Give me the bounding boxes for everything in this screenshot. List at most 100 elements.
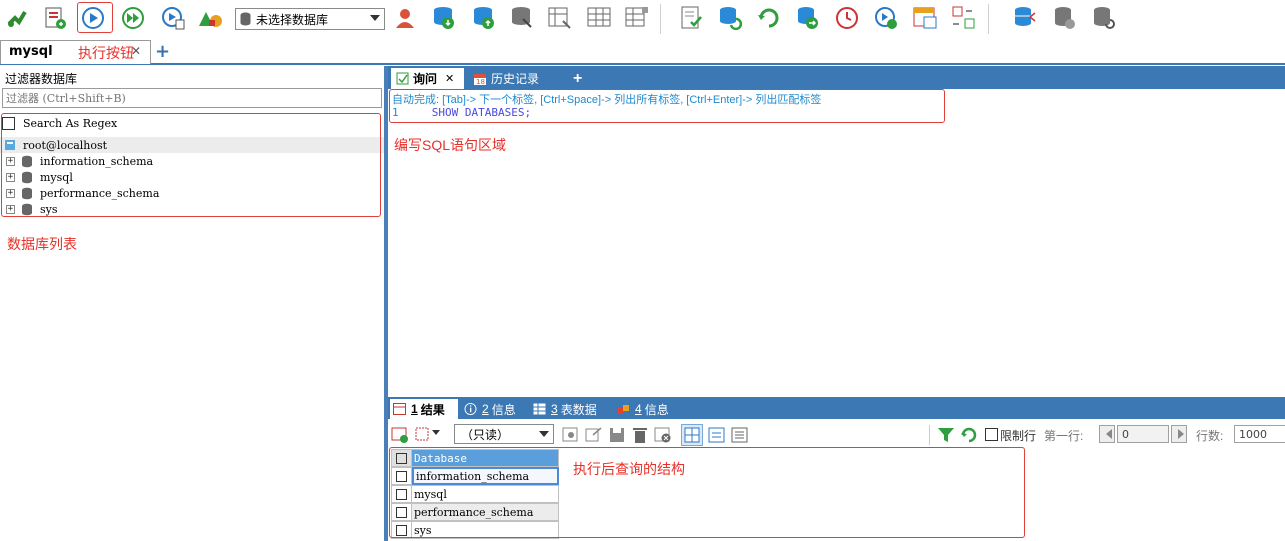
tree-item-label: information_schema [40, 154, 154, 168]
svg-text:18: 18 [476, 78, 485, 86]
restore-database-icon[interactable] [471, 5, 497, 31]
import-data-icon[interactable] [795, 5, 821, 31]
tree-root-connection[interactable]: root@localhost [0, 137, 384, 153]
tab-messages[interactable]: 2 信息 [464, 399, 516, 419]
row-checkbox[interactable] [391, 467, 412, 485]
row-checkbox[interactable] [391, 485, 412, 503]
add-connection-tab-button[interactable]: + [155, 41, 170, 62]
editor-tab-bar: 询问 ✕ 18 历史记录 + [388, 66, 1285, 89]
limit-rows-checkbox[interactable] [985, 428, 998, 441]
new-query-icon[interactable] [42, 5, 68, 31]
grid-settings-icon[interactable] [562, 426, 580, 444]
table-grid-icon[interactable] [586, 5, 612, 31]
database-select[interactable]: 未选择数据库 [235, 8, 385, 30]
row-checkbox[interactable] [391, 503, 412, 521]
first-row-input[interactable]: 0 [1117, 425, 1169, 443]
scheduler-clock-icon[interactable] [834, 5, 860, 31]
tab-query[interactable]: 询问 ✕ [391, 68, 464, 89]
filter-icon[interactable] [937, 426, 955, 444]
sql-code-line[interactable]: 1 SHOW DATABASES; [392, 106, 531, 119]
close-icon[interactable]: ✕ [445, 72, 454, 85]
user-manager-icon[interactable] [392, 5, 418, 31]
readonly-select[interactable]: （只读） [454, 424, 554, 444]
execute-edit-icon[interactable] [160, 5, 186, 31]
form-view-icon[interactable] [708, 426, 726, 444]
tree-item-label: performance_schema [40, 186, 160, 200]
tree-item-database[interactable]: + performance_schema [0, 185, 384, 201]
refresh-icon[interactable] [960, 426, 978, 444]
db-restore-stack-icon[interactable] [1091, 5, 1117, 31]
table-icon [533, 403, 546, 415]
limit-rows-label: 限制行 [1000, 429, 1037, 443]
grid-view-button[interactable] [681, 424, 703, 446]
result-tab-bar: 1 结果 2 信息 3 表数据 4 信息 [388, 397, 1285, 419]
table-cell[interactable]: sys [412, 521, 559, 539]
chevron-left-icon [1106, 429, 1112, 439]
tree-item-label: mysql [40, 170, 73, 184]
execute-all-icon[interactable] [120, 5, 146, 31]
add-row-icon[interactable] [391, 426, 409, 444]
tab-results[interactable]: 1 结果 [390, 399, 458, 419]
new-connection-icon[interactable] [4, 5, 30, 31]
toolbar-divider [929, 425, 930, 445]
expand-icon[interactable]: + [6, 156, 15, 166]
row-checkbox[interactable] [391, 521, 412, 539]
query-tab-icon [396, 72, 409, 85]
add-query-tab-button[interactable]: + [568, 68, 582, 89]
tab-history[interactable]: 18 历史记录 [468, 68, 558, 89]
table-row[interactable]: sys [391, 521, 561, 539]
database-sync-icon[interactable] [717, 5, 743, 31]
expand-icon[interactable]: + [6, 172, 15, 182]
text-view-icon[interactable] [731, 426, 749, 444]
tree-item-database[interactable]: + sys [0, 201, 384, 217]
tab-query-label: 询问 [413, 72, 438, 86]
table-row[interactable]: information_schema [391, 467, 561, 485]
save-icon[interactable] [608, 426, 626, 444]
tab-table-data[interactable]: 3 表数据 [533, 399, 597, 419]
database-icon [22, 155, 32, 167]
schema-sync-icon[interactable] [547, 5, 573, 31]
query-builder-icon[interactable] [679, 5, 705, 31]
db-check-icon[interactable] [1052, 5, 1078, 31]
refresh-icon[interactable] [756, 5, 782, 31]
export-icon[interactable] [585, 426, 603, 444]
backup-database-icon[interactable] [431, 5, 457, 31]
db-backup-stack-icon[interactable] [1012, 5, 1038, 31]
result-grid: Database information_schema mysql perfor… [391, 449, 561, 539]
filter-input[interactable] [2, 88, 382, 108]
table-cell[interactable]: mysql [412, 485, 559, 503]
table-cell[interactable]: performance_schema [412, 503, 559, 521]
table-cell[interactable]: information_schema [412, 467, 559, 485]
delete-icon[interactable] [631, 426, 649, 444]
row-count-input[interactable]: 1000 [1234, 425, 1285, 443]
window-layout-icon[interactable] [912, 5, 938, 31]
info-squares-icon [618, 405, 629, 414]
database-tools-icon[interactable] [509, 5, 535, 31]
expand-icon[interactable]: + [6, 188, 15, 198]
next-rows-button[interactable] [1171, 425, 1187, 443]
select-all-checkbox[interactable] [391, 449, 412, 467]
expand-icon[interactable]: + [6, 204, 15, 214]
table-row[interactable]: mysql [391, 485, 561, 503]
tree-item-database[interactable]: + mysql [0, 169, 384, 185]
tab-info[interactable]: 4 信息 [617, 399, 669, 419]
tab-history-label: 历史记录 [491, 72, 540, 86]
copy-row-icon[interactable] [415, 426, 433, 444]
run-job-icon[interactable] [873, 5, 899, 31]
explain-icon[interactable] [197, 5, 223, 31]
table-data-icon[interactable] [624, 5, 650, 31]
autocomplete-hint: 自动完成: [Tab]-> 下一个标签, [Ctrl+Space]-> 列出所有… [392, 94, 822, 106]
compare-icon[interactable] [951, 5, 977, 31]
tree-root-label: root@localhost [23, 138, 108, 152]
search-regex-option[interactable]: Search As Regex [2, 116, 117, 130]
execute-button[interactable] [80, 5, 106, 31]
previous-rows-button[interactable] [1099, 425, 1115, 443]
chevron-right-icon [1178, 429, 1184, 439]
tree-item-database[interactable]: + information_schema [0, 153, 384, 169]
sql-editor[interactable]: 自动完成: [Tab]-> 下一个标签, [Ctrl+Space]-> 列出所有… [388, 89, 1285, 395]
chevron-down-icon[interactable] [432, 430, 440, 435]
table-row[interactable]: performance_schema [391, 503, 561, 521]
cancel-changes-icon[interactable] [654, 426, 672, 444]
column-header-database[interactable]: Database [412, 449, 559, 467]
regex-checkbox[interactable] [2, 116, 15, 130]
